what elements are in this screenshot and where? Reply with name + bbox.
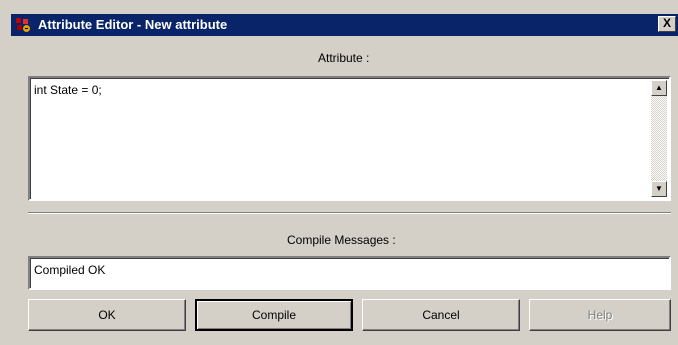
arrow-down-icon: ▼ [655, 184, 663, 193]
compile-button[interactable]: Compile [195, 299, 353, 331]
cancel-button[interactable]: Cancel [362, 299, 520, 331]
compile-messages-field[interactable]: Compiled OK [28, 256, 671, 290]
separator [28, 212, 671, 214]
close-icon: X [662, 16, 671, 30]
app-icon [16, 18, 30, 32]
title-bar[interactable]: Attribute Editor - New attribute X [11, 14, 678, 36]
close-button[interactable]: X [658, 16, 676, 32]
window-title: Attribute Editor - New attribute [38, 17, 228, 32]
compile-messages-text: Compiled OK [34, 263, 106, 277]
scroll-up-button[interactable]: ▲ [651, 80, 667, 96]
scroll-down-button[interactable]: ▼ [651, 181, 667, 197]
attribute-label: Attribute : [318, 51, 370, 65]
compile-messages-label: Compile Messages : [287, 233, 396, 247]
arrow-up-icon: ▲ [655, 83, 663, 92]
help-button[interactable]: Help [529, 299, 671, 331]
attribute-scrollbar[interactable]: ▲ ▼ [651, 80, 667, 197]
ok-button[interactable]: OK [28, 299, 186, 331]
attribute-editor-textarea[interactable]: int State = 0; ▲ ▼ [28, 76, 671, 201]
attribute-editor-dialog: Attribute Editor - New attribute X Attri… [0, 0, 678, 345]
attribute-text: int State = 0; [34, 83, 102, 97]
